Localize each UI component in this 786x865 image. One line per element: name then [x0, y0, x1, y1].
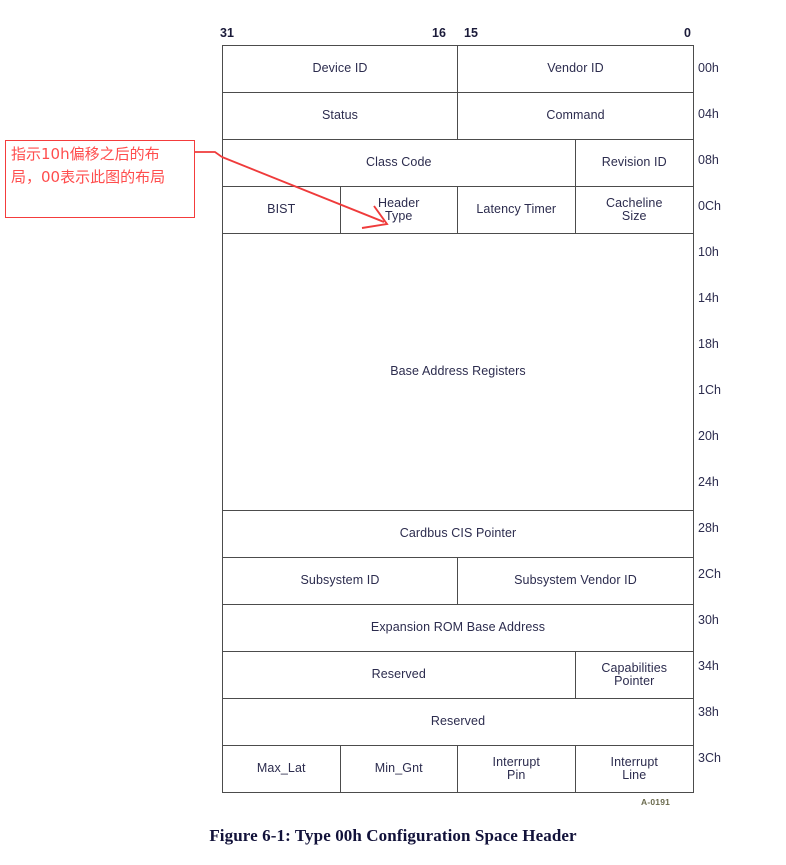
cell-min-gnt: Min_Gnt	[341, 746, 458, 792]
cell-capabilities-pointer-line2: Pointer	[614, 674, 655, 688]
cell-header-type: Header Type	[341, 187, 458, 233]
cell-device-id: Device ID	[223, 46, 458, 92]
cell-header-type-line1: Header	[377, 195, 420, 210]
bit-label-31: 31	[220, 26, 234, 40]
cell-interrupt-pin-line1: Interrupt	[492, 754, 540, 769]
bit-label-0: 0	[684, 26, 691, 40]
cell-capabilities-pointer-line1: Capabilities	[601, 660, 668, 675]
offset-label-18h: 18h	[698, 337, 719, 351]
cell-interrupt-line-line2: Line	[622, 768, 647, 782]
table-row-3ch: Max_Lat Min_Gnt Interrupt Pin Interrupt …	[223, 746, 693, 792]
offset-label-38h: 38h	[698, 705, 719, 719]
cell-interrupt-line: Interrupt Line	[576, 746, 694, 792]
cell-revision-id: Revision ID	[601, 155, 667, 170]
table-row-08h: Class Code Revision ID	[223, 140, 693, 187]
offset-label-04h: 04h	[698, 107, 719, 121]
cell-class-code: Class Code	[223, 140, 576, 186]
bit-label-16: 16	[432, 26, 446, 40]
offset-label-1ch: 1Ch	[698, 383, 721, 397]
table-row-38h: Reserved	[223, 699, 693, 746]
cell-status: Status	[223, 93, 458, 139]
cell-capabilities-pointer: Capabilities Pointer	[576, 652, 694, 698]
cell-header-type-line2: Type	[384, 209, 413, 223]
bit-label-15: 15	[464, 26, 478, 40]
cell-cardbus-cis-pointer: Cardbus CIS Pointer	[399, 526, 517, 541]
table-row-34h: Reserved Capabilities Pointer	[223, 652, 693, 699]
offset-label-08h: 08h	[698, 153, 719, 167]
table-row-28h: Cardbus CIS Pointer	[223, 511, 693, 558]
table-row-base-address-registers: Base Address Registers	[223, 234, 693, 511]
offset-label-column: 00h 04h 08h 0Ch 10h 14h 18h 1Ch 20h 24h 28h 2Ch 30h 3…	[698, 45, 758, 781]
cell-reserved-34h: Reserved	[223, 652, 576, 698]
cell-expansion-rom-base-address: Expansion ROM Base Address	[370, 620, 546, 635]
offset-label-3ch: 3Ch	[698, 751, 721, 765]
config-space-header-table: Device ID Vendor ID Status Command Class…	[222, 45, 694, 793]
offset-label-00h: 00h	[698, 61, 719, 75]
offset-label-20h: 20h	[698, 429, 719, 443]
cell-bist: BIST	[223, 187, 341, 233]
offset-label-30h: 30h	[698, 613, 719, 627]
cell-base-address-registers: Base Address Registers	[390, 364, 526, 379]
cell-max-lat: Max_Lat	[223, 746, 341, 792]
cell-subsystem-vendor-id: Subsystem Vendor ID	[514, 573, 637, 588]
offset-label-34h: 34h	[698, 659, 719, 673]
table-row-04h: Status Command	[223, 93, 693, 140]
table-row-30h: Expansion ROM Base Address	[223, 605, 693, 652]
cell-interrupt-pin: Interrupt Pin	[458, 746, 576, 792]
cell-interrupt-pin-line2: Pin	[507, 768, 526, 782]
cell-command: Command	[546, 108, 605, 123]
cell-latency-timer: Latency Timer	[458, 187, 576, 233]
offset-label-14h: 14h	[698, 291, 719, 305]
table-row-2ch: Subsystem ID Subsystem Vendor ID	[223, 558, 693, 605]
offset-label-24h: 24h	[698, 475, 719, 489]
cell-reserved-38h: Reserved	[430, 714, 486, 729]
offset-label-0ch: 0Ch	[698, 199, 721, 213]
figure-code: A-0191	[641, 797, 671, 807]
offset-label-10h: 10h	[698, 245, 719, 259]
offset-label-2ch: 2Ch	[698, 567, 721, 581]
cell-cacheline-size-line1: Cacheline	[606, 195, 663, 210]
cell-interrupt-line-line1: Interrupt	[610, 754, 658, 769]
table-row-00h: Device ID Vendor ID	[223, 46, 693, 93]
bit-position-ruler: 31 16 15 0	[220, 26, 694, 44]
table-row-0ch: BIST Header Type Latency Timer Cacheline…	[223, 187, 693, 234]
cell-cacheline-size: Cacheline Size	[576, 187, 694, 233]
annotation-callout: 指示10h偏移之后的布局，00表示此图的布局	[5, 140, 195, 218]
offset-label-28h: 28h	[698, 521, 719, 535]
figure-caption: Figure 6-1: Type 00h Configuration Space…	[209, 826, 577, 845]
cell-vendor-id: Vendor ID	[547, 61, 604, 76]
cell-subsystem-id: Subsystem ID	[223, 558, 458, 604]
cell-cacheline-size-line2: Size	[621, 209, 647, 223]
